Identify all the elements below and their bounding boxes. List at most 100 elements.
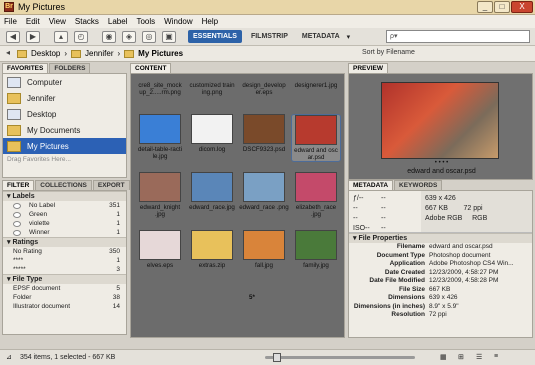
lock-grid-icon[interactable]: ⊞ — [458, 353, 464, 361]
tab-metadata[interactable]: METADATA — [348, 180, 394, 190]
metadata-value: 12/23/2009, 4:58:27 PM — [429, 268, 499, 276]
maximize-button[interactable]: □ — [494, 1, 510, 13]
preview-caption: edward and oscar.psd — [407, 168, 476, 175]
metadata-panel: ƒ/-- -- -- ISO-- -- -- -- -- 639 x 426 667 KB … — [348, 190, 533, 338]
menu-bar: File Edit View Stacks Label Tools Window… — [0, 15, 535, 28]
tab-content[interactable]: CONTENT — [130, 63, 172, 73]
slider-knob[interactable] — [272, 353, 281, 362]
filter-row[interactable]: Winner 1 — [3, 228, 126, 237]
file-caption: edward_knight .jpg — [139, 204, 181, 218]
metadata-key: Date File Modified — [369, 277, 425, 284]
filter-row[interactable]: **** 1 — [3, 256, 126, 265]
tab-favorites[interactable]: FAVORITES — [2, 63, 49, 73]
file-caption: DSCF9323.psd — [242, 146, 286, 153]
file-thumbnail[interactable]: edward_knight .jpg — [135, 172, 185, 218]
file-thumbnail[interactable]: DSCF9323.psd — [239, 114, 289, 153]
filter-row[interactable]: EPSF document 5 — [3, 284, 126, 293]
workspace-dropdown-icon[interactable]: ▾ — [347, 33, 351, 41]
file-caption: detail-table-racti le.jpg — [137, 146, 183, 160]
filter-row[interactable]: Illustrator document 14 — [3, 302, 126, 311]
file-caption[interactable]: cre8_site_mock up_2.....rm.png — [135, 82, 185, 96]
file-caption[interactable]: designerer1.jpg — [291, 82, 341, 89]
file-thumbnail[interactable]: fall.jpg — [239, 230, 289, 269]
thumbnail-image — [191, 172, 233, 202]
main-toolbar: ◀ ▶ ▴ ◴ ◉ ◈ ◎ ▣ ESSENTIALS FILMSTRIP MET… — [0, 28, 535, 46]
tab-keywords[interactable]: KEYWORDS — [394, 180, 443, 190]
filter-row[interactable]: No Rating 350 — [3, 247, 126, 256]
preview-image[interactable] — [381, 82, 499, 159]
metadata-key: Document Type — [376, 251, 425, 259]
section-ratings[interactable]: ▾ Ratings — [3, 237, 126, 247]
grid-view-icon[interactable]: ▦ — [440, 353, 447, 361]
file-thumbnail[interactable]: elves.eps — [135, 230, 185, 269]
favorite-desktop[interactable]: Desktop — [3, 106, 126, 122]
tab-filter[interactable]: FILTER — [2, 180, 35, 190]
filter-row[interactable]: Green 1 — [3, 210, 126, 219]
section-file-properties[interactable]: ▾ File Properties — [349, 233, 532, 243]
tab-export[interactable]: EXPORT — [92, 180, 130, 190]
camera-icon[interactable]: ◉ — [102, 30, 116, 43]
back-icon[interactable]: ◀ — [6, 30, 20, 43]
refine-icon[interactable]: ◈ — [122, 30, 136, 43]
menu-edit[interactable]: Edit — [26, 17, 40, 26]
menu-window[interactable]: Window — [164, 17, 192, 26]
breadcrumb-jennifer[interactable]: Jennifer — [85, 49, 113, 58]
path-back-icon[interactable]: ◂ — [3, 48, 13, 60]
minimize-button[interactable]: _ — [477, 1, 493, 13]
favorite-computer[interactable]: Computer — [3, 74, 126, 90]
favorite-my-documents[interactable]: My Documents — [3, 122, 126, 138]
file-thumbnail[interactable]: family.jpg — [291, 230, 341, 269]
workspace-metadata[interactable]: METADATA — [297, 30, 345, 43]
filter-row[interactable]: Folder 38 — [3, 293, 126, 302]
breadcrumb-separator-icon: › — [64, 49, 68, 58]
menu-tools[interactable]: Tools — [136, 17, 155, 26]
metadata-row: Filename edward and oscar.psd — [349, 243, 532, 252]
search-input[interactable]: ρ▾ — [386, 30, 530, 43]
forward-icon[interactable]: ▶ — [26, 30, 40, 43]
window-title: My Pictures — [18, 2, 66, 12]
section-file-type[interactable]: ▾ File Type — [3, 274, 126, 284]
menu-label[interactable]: Label — [108, 17, 128, 26]
thumbnail-image — [243, 172, 285, 202]
metadata-row: Date Created 12/23/2009, 4:58:27 PM — [349, 269, 532, 278]
filter-panel: ▾ Labels No Label 351 Green 1 violette 1 Wi… — [2, 190, 127, 335]
open-in-camera-raw-icon[interactable]: ◎ — [142, 30, 156, 43]
details-view-icon[interactable]: ☰ — [476, 353, 482, 361]
filter-row[interactable]: violette 1 — [3, 219, 126, 228]
file-thumbnail[interactable]: elizabeth_race .jpg — [291, 172, 341, 218]
close-button[interactable]: X — [511, 1, 533, 13]
pin-icon[interactable]: ⊿ — [6, 353, 12, 361]
thumbnail-size-slider[interactable] — [265, 353, 415, 362]
thumbnail-image — [243, 114, 285, 144]
tab-preview[interactable]: PREVIEW — [348, 63, 388, 73]
tab-folders[interactable]: FOLDERS — [49, 63, 91, 73]
file-caption[interactable]: customized train ing.png — [187, 82, 237, 96]
file-thumbnail[interactable]: edward_race .png — [239, 172, 289, 211]
filter-row[interactable]: No Label 351 — [3, 201, 126, 210]
favorite-my-pictures[interactable]: My Pictures — [3, 138, 126, 154]
recent-files-icon[interactable]: ◴ — [74, 30, 88, 43]
file-thumbnail[interactable]: detail-table-racti le.jpg — [135, 114, 185, 160]
file-thumbnail[interactable]: edward_race.jpg — [187, 172, 237, 211]
section-labels[interactable]: ▾ Labels — [3, 191, 126, 201]
sort-dropdown[interactable]: Sort by Filename — [362, 49, 415, 56]
file-caption[interactable]: design_develop er.eps — [239, 82, 289, 96]
filter-row[interactable]: ***** 3 — [3, 265, 126, 274]
workspace-filmstrip[interactable]: FILMSTRIP — [246, 30, 293, 43]
file-caption: edward_race .png — [239, 204, 289, 211]
breadcrumb-my-pictures[interactable]: My Pictures — [138, 49, 183, 58]
file-thumbnail[interactable]: dicom.log — [187, 114, 237, 153]
breadcrumb-desktop[interactable]: Desktop — [31, 49, 60, 58]
list-view-icon[interactable]: ≡ — [494, 353, 498, 360]
menu-help[interactable]: Help — [202, 17, 218, 26]
menu-file[interactable]: File — [4, 17, 17, 26]
favorite-jennifer[interactable]: Jennifer — [3, 90, 126, 106]
folder-up-icon[interactable]: ▴ — [54, 30, 68, 43]
menu-view[interactable]: View — [49, 17, 66, 26]
tab-collections[interactable]: COLLECTIONS — [35, 180, 92, 190]
menu-stacks[interactable]: Stacks — [75, 17, 99, 26]
file-thumbnail[interactable]: extras.zip — [187, 230, 237, 269]
output-icon[interactable]: ▣ — [162, 30, 176, 43]
workspace-essentials[interactable]: ESSENTIALS — [188, 30, 242, 43]
file-thumbnail[interactable]: edward and osc ar.psd — [291, 114, 341, 162]
